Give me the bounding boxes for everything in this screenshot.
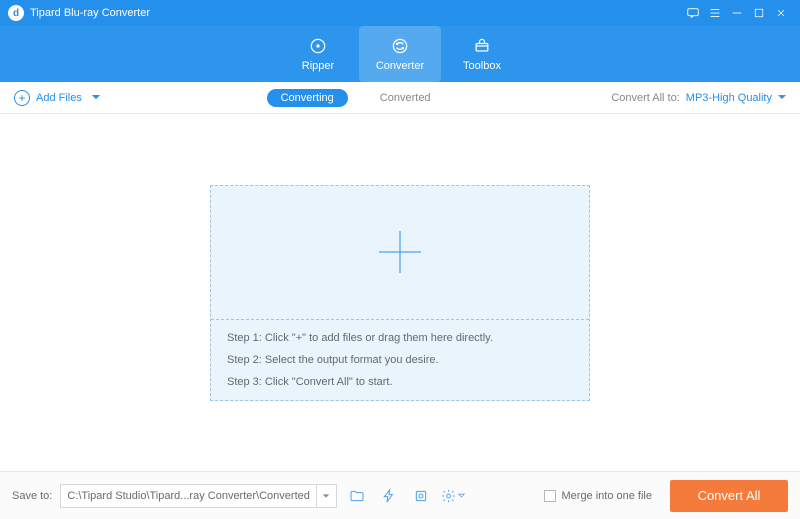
checkbox-icon <box>544 490 556 502</box>
menu-icon[interactable] <box>704 2 726 24</box>
settings-button[interactable] <box>441 484 465 508</box>
step-3: Step 3: Click "Convert All" to start. <box>227 376 573 388</box>
main-area: Step 1: Click "+" to add files or drag t… <box>0 114 800 471</box>
nav-toolbox[interactable]: Toolbox <box>441 26 523 82</box>
merge-label: Merge into one file <box>562 490 653 502</box>
app-title: Tipard Blu-ray Converter <box>30 7 150 19</box>
minimize-button[interactable] <box>726 2 748 24</box>
chevron-down-icon <box>458 490 465 502</box>
sub-bar: + Add Files Converting Converted Convert… <box>0 82 800 114</box>
save-path-box: C:\Tipard Studio\Tipard...ray Converter\… <box>60 484 337 508</box>
convert-all-button[interactable]: Convert All <box>670 480 788 512</box>
step-1: Step 1: Click "+" to add files or drag t… <box>227 332 573 344</box>
bottom-bar: Save to: C:\Tipard Studio\Tipard...ray C… <box>0 471 800 519</box>
save-to-label: Save to: <box>12 490 52 502</box>
app-logo: d <box>8 5 24 21</box>
high-speed-button[interactable] <box>409 484 433 508</box>
convert-all-to-value: MP3-High Quality <box>686 92 772 104</box>
chevron-down-icon <box>92 92 100 104</box>
open-folder-button[interactable] <box>345 484 369 508</box>
merge-checkbox[interactable]: Merge into one file <box>544 490 653 502</box>
plus-icon <box>379 231 421 273</box>
status-tabs: Converting Converted <box>267 89 445 107</box>
dropzone-add-button[interactable] <box>211 186 589 320</box>
tab-converting[interactable]: Converting <box>267 89 348 107</box>
step-2: Step 2: Select the output format you des… <box>227 354 573 366</box>
nav-ripper[interactable]: Ripper <box>277 26 359 82</box>
add-files-label: Add Files <box>36 92 82 104</box>
nav-toolbox-label: Toolbox <box>463 60 501 72</box>
tab-converted[interactable]: Converted <box>366 89 445 107</box>
chevron-down-icon <box>778 92 786 104</box>
convert-all-to-dropdown[interactable]: Convert All to: MP3-High Quality <box>611 92 786 104</box>
maximize-button[interactable] <box>748 2 770 24</box>
add-files-button[interactable]: + Add Files <box>14 90 100 106</box>
titlebar: d Tipard Blu-ray Converter <box>0 0 800 26</box>
nav-converter-label: Converter <box>376 60 424 72</box>
nav-converter[interactable]: Converter <box>359 26 441 82</box>
gpu-accel-button[interactable] <box>377 484 401 508</box>
nav-ripper-label: Ripper <box>302 60 334 72</box>
plus-circle-icon: + <box>14 90 30 106</box>
convert-all-to-label: Convert All to: <box>611 92 679 104</box>
save-path-dropdown[interactable] <box>316 485 336 507</box>
instructions: Step 1: Click "+" to add files or drag t… <box>211 320 589 400</box>
top-nav: Ripper Converter Toolbox <box>0 26 800 82</box>
dropzone: Step 1: Click "+" to add files or drag t… <box>210 185 590 401</box>
feedback-icon[interactable] <box>682 2 704 24</box>
save-path[interactable]: C:\Tipard Studio\Tipard...ray Converter\… <box>61 490 316 502</box>
close-button[interactable] <box>770 2 792 24</box>
